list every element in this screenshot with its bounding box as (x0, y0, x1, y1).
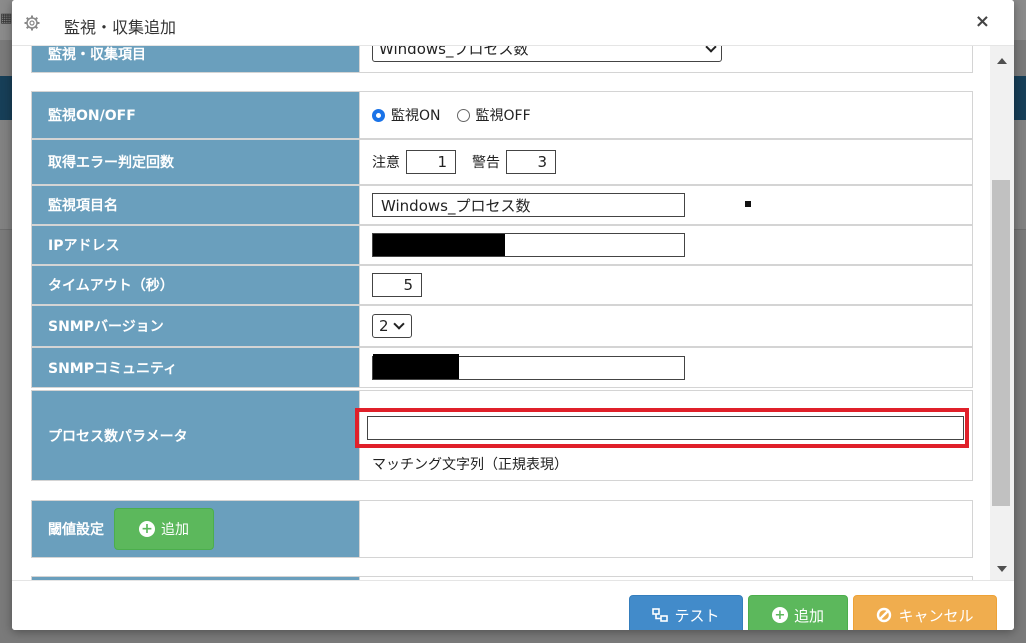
add-monitor-dialog: 監視・収集追加 × 監視・収集項目 Windows_プロセス数 監視ON/OFF… (12, 0, 1014, 630)
radio-monitor-off[interactable] (456, 108, 470, 122)
dot-marker (745, 201, 751, 207)
row-snmp-community: SNMPコミュニティ (31, 347, 973, 388)
close-button[interactable]: × (975, 11, 990, 32)
row-value: Windows_プロセス数 (360, 46, 972, 72)
row-value: 5 (360, 266, 972, 304)
row-timeout: タイムアウト（秒） 5 (31, 265, 973, 305)
redacted-block (373, 234, 505, 256)
plus-icon: + (771, 607, 788, 623)
scrollbar[interactable] (990, 46, 1014, 580)
row-label: 監視・収集項目 (32, 46, 360, 72)
item-name-input[interactable]: Windows_プロセス数 (372, 193, 685, 217)
dialog-footer: テスト + 追加 キャンセル (12, 580, 1014, 630)
grid-icon: ▦ (0, 11, 13, 26)
scroll-up-arrow[interactable] (997, 58, 1007, 64)
monitor-item-select[interactable]: Windows_プロセス数 (372, 46, 722, 62)
dialog-title: 監視・収集追加 (64, 18, 177, 37)
row-process-parameter: プロセス数パラメータ マッチング文字列（正規表現） (31, 390, 973, 481)
dialog-header: 監視・収集追加 × (12, 0, 1014, 46)
row-label: SNMPバージョン (32, 306, 360, 346)
snmp-version-select[interactable]: 2 (372, 314, 412, 338)
row-monitor-item: 監視・収集項目 Windows_プロセス数 (31, 46, 973, 73)
test-button[interactable]: テスト (629, 595, 743, 630)
row-error-count: 取得エラー判定回数 注意 1 警告 3 (31, 139, 973, 185)
snmp-community-input[interactable] (372, 353, 685, 380)
row-item-name: 監視項目名 Windows_プロセス数 (31, 185, 973, 225)
row-value: Windows_プロセス数 (360, 186, 972, 224)
cancel-button[interactable]: キャンセル (853, 595, 997, 630)
row-value (360, 348, 972, 387)
row-label: 監視項目名 (32, 186, 360, 224)
add-threshold-button[interactable]: + 追加 (114, 508, 214, 550)
row-threshold: 閾値設定 + 追加 (31, 500, 973, 558)
row-label: SNMPコミュニティ (32, 348, 360, 387)
chevron-down-icon (705, 46, 717, 53)
gear-icon (24, 15, 40, 31)
row-ip-address: IPアドレス (31, 225, 973, 265)
row-snmp-version: SNMPバージョン 2 (31, 305, 973, 347)
button-label: テスト (674, 606, 720, 625)
row-label: 取得エラー判定回数 (32, 140, 360, 184)
sitemap-icon (652, 608, 669, 622)
add-button[interactable]: + 追加 (748, 595, 848, 630)
scroll-thumb[interactable] (992, 180, 1010, 506)
warning-label: 警告 (472, 155, 500, 171)
scroll-down-arrow[interactable] (997, 566, 1007, 572)
row-value: 監視ON 監視OFF (360, 92, 972, 138)
dialog-body: 監視・収集項目 Windows_プロセス数 監視ON/OFF 監視ON 監視OF… (12, 46, 990, 580)
timeout-input[interactable]: 5 (372, 273, 422, 297)
ip-address-input[interactable] (372, 233, 685, 257)
row-label: タイムアウト（秒） (32, 266, 360, 304)
row-label: 監視ON/OFF (32, 92, 360, 138)
row-label: IPアドレス (32, 226, 360, 264)
row-value (360, 501, 972, 557)
button-label: キャンセル (898, 606, 974, 625)
row-value: 2 (360, 306, 972, 346)
radio-on-label: 監視ON (391, 108, 441, 124)
row-value: マッチング文字列（正規表現） (355, 391, 972, 480)
threshold-label: 閾値設定 (48, 522, 104, 538)
button-label: 追加 (161, 522, 189, 538)
row-value: 注意 1 警告 3 (360, 140, 972, 184)
row-label: プロセス数パラメータ (32, 391, 360, 480)
redacted-block (373, 353, 459, 379)
plus-icon: + (139, 521, 155, 537)
select-value: 2 (379, 317, 389, 335)
row-value (360, 226, 972, 264)
ban-icon (877, 607, 892, 623)
process-parameter-hint: マッチング文字列（正規表現） (372, 457, 568, 473)
radio-off-label: 監視OFF (475, 108, 531, 124)
row-label: 閾値設定 + 追加 (32, 501, 360, 557)
chevron-down-icon (392, 318, 405, 330)
process-parameter-input[interactable] (367, 416, 964, 440)
warning-count-input[interactable]: 3 (506, 150, 556, 174)
button-label: 追加 (793, 606, 824, 625)
radio-monitor-on[interactable] (372, 108, 385, 122)
caution-label: 注意 (372, 155, 400, 171)
caution-count-input[interactable]: 1 (406, 150, 456, 174)
row-monitor-toggle: 監視ON/OFF 監視ON 監視OFF (31, 91, 973, 139)
select-value: Windows_プロセス数 (379, 46, 529, 58)
